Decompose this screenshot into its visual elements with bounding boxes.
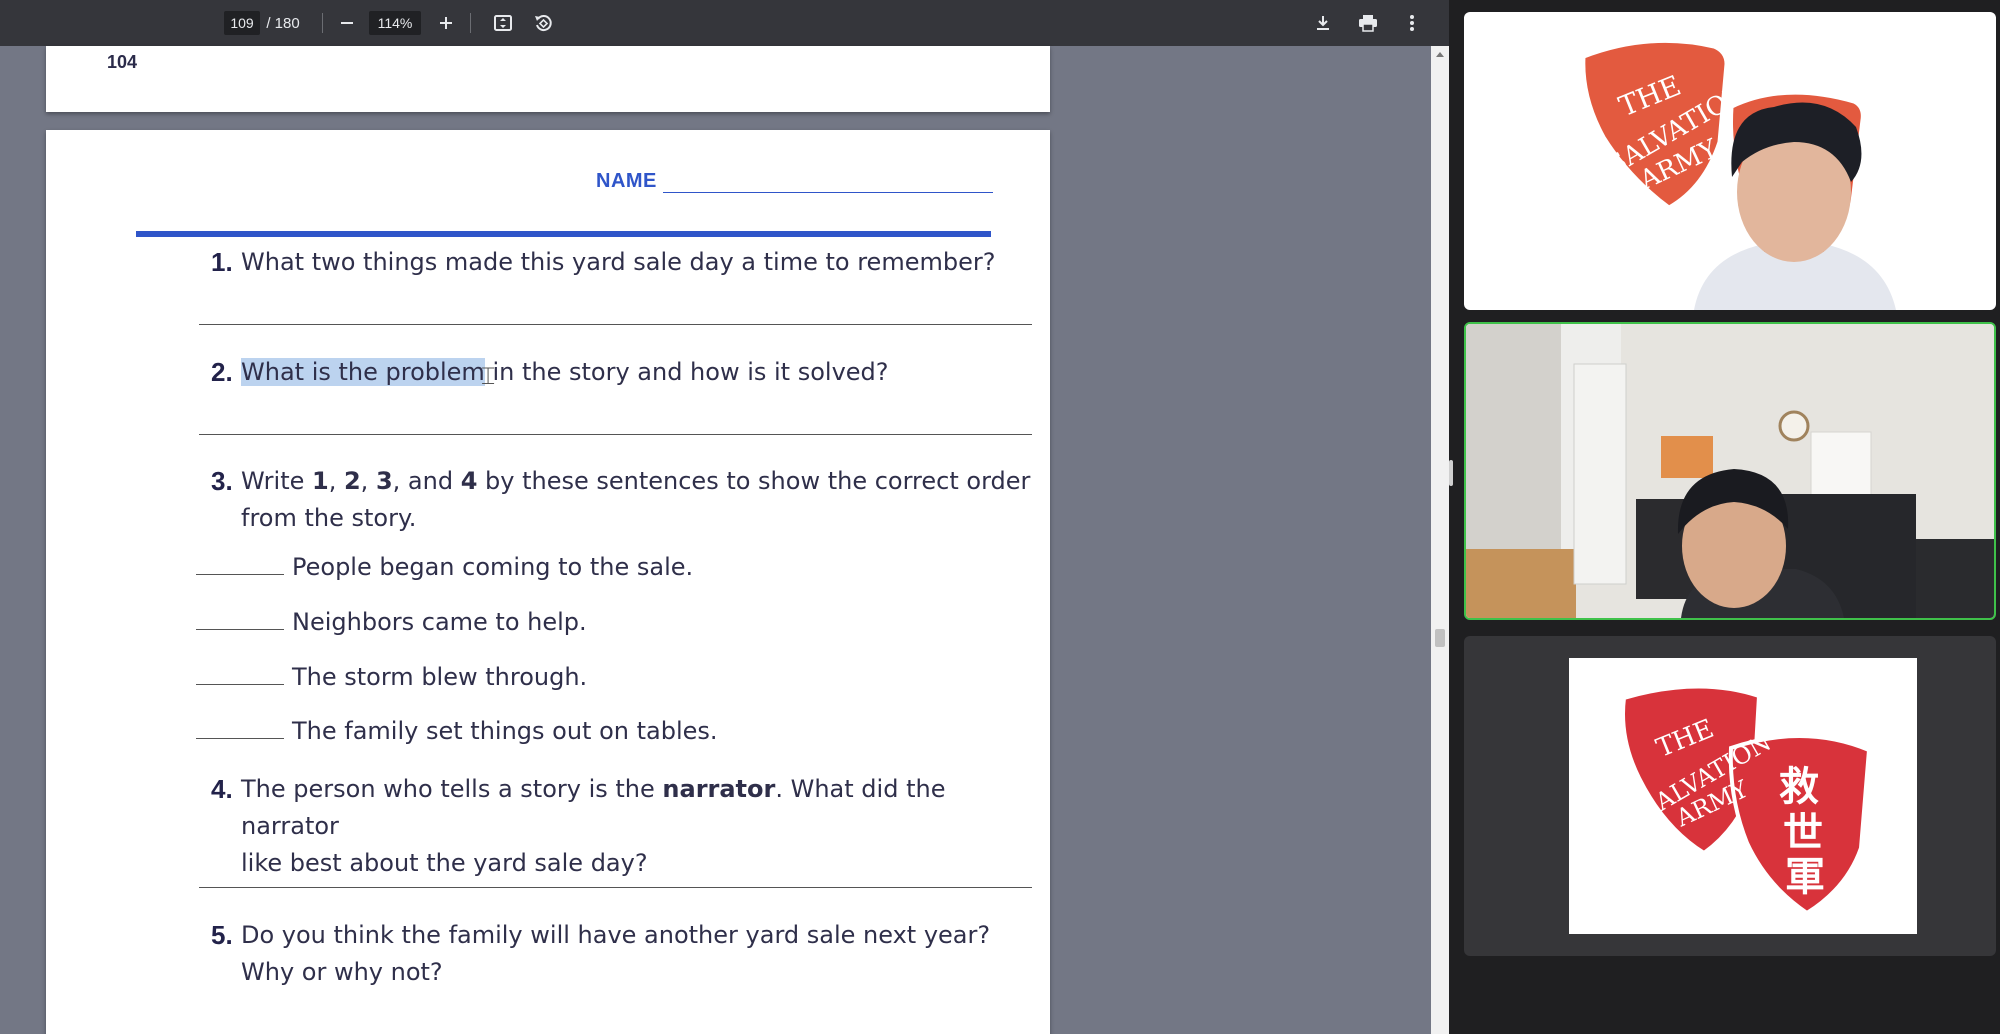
- print-icon: [1359, 15, 1377, 32]
- zoom-level-input[interactable]: 114%: [369, 11, 421, 35]
- answer-line: [199, 324, 1032, 325]
- question-text: by these sentences to show the correct o…: [477, 467, 1031, 495]
- order-blank: [196, 574, 284, 575]
- scrollbar-thumb[interactable]: [1435, 629, 1445, 647]
- video-frame: [1466, 324, 1994, 618]
- question-number: 2.: [211, 357, 233, 387]
- order-number: 3: [375, 467, 393, 495]
- order-item-text: People began coming to the sale.: [292, 553, 694, 581]
- more-vert-icon: [1410, 15, 1414, 31]
- question-text: What two things made this yard sale day …: [241, 248, 996, 276]
- answer-line: [199, 434, 1032, 435]
- question-number: 1.: [211, 247, 233, 277]
- separator: ,: [328, 467, 344, 495]
- video-frame: THE SALVATION ARMY: [1582, 39, 1896, 310]
- order-number: 2: [343, 467, 361, 495]
- order-item-text: The storm blew through.: [292, 663, 588, 691]
- svg-text:救: 救: [1779, 764, 1819, 810]
- separator: ,: [360, 467, 376, 495]
- download-icon: [1317, 16, 1329, 30]
- svg-text:軍: 軍: [1785, 854, 1825, 900]
- highlighted-text[interactable]: What is the problem: [241, 358, 485, 386]
- print-button[interactable]: [1353, 8, 1383, 38]
- question-text: from the story.: [241, 504, 417, 532]
- answer-line: [199, 887, 1032, 888]
- question-text: Why or why not?: [241, 958, 443, 986]
- rotate-icon: [535, 15, 552, 32]
- order-blank: [196, 629, 284, 630]
- scroll-up-arrow-icon[interactable]: [1436, 52, 1444, 57]
- order-item: Neighbors came to help.: [196, 608, 587, 636]
- video-panel: THE SALVATION ARMY THE SALVATION ARMY 救 …: [1449, 0, 2000, 1034]
- fit-to-page-button[interactable]: [488, 8, 518, 38]
- previous-page: 104: [46, 46, 1050, 112]
- plus-icon: [440, 17, 452, 29]
- name-label: NAME: [596, 170, 657, 192]
- question-number: 4.: [211, 774, 233, 804]
- order-item-text: Neighbors came to help.: [292, 608, 587, 636]
- download-button[interactable]: [1308, 8, 1338, 38]
- order-item: The family set things out on tables.: [196, 717, 718, 745]
- question-text: The person who tells a story is the: [241, 775, 663, 803]
- order-blank: [196, 684, 284, 685]
- svg-text:世: 世: [1783, 810, 1823, 856]
- page-total: / 180: [266, 14, 300, 32]
- question-number: 5.: [211, 920, 233, 950]
- order-number: 4: [460, 467, 478, 495]
- minus-icon: [341, 22, 353, 24]
- order-item-text: The family set things out on tables.: [292, 717, 718, 745]
- pdf-toolbar: 109 / 180 114%: [0, 0, 1449, 46]
- page-number: 104: [107, 52, 138, 72]
- question-text: Write: [241, 467, 312, 495]
- vertical-scrollbar[interactable]: [1431, 46, 1449, 1034]
- more-options-button[interactable]: [1397, 8, 1427, 38]
- question-text: like best about the yard sale day?: [241, 849, 648, 877]
- pdf-viewer: 109 / 180 114% 104 NAME 1. What two thin…: [0, 0, 1449, 1034]
- wall-poster: [1661, 436, 1713, 478]
- separator: , and: [392, 467, 461, 495]
- bold-term: narrator: [662, 775, 776, 803]
- header-rule: [136, 231, 991, 237]
- worksheet-page: NAME 1. What two things made this yard s…: [46, 130, 1050, 1034]
- profile-picture: THE SALVATION ARMY 救 世 軍: [1569, 658, 1917, 934]
- name-line: [662, 174, 993, 193]
- name-field: NAME: [596, 170, 993, 193]
- order-item: The storm blew through.: [196, 663, 587, 691]
- participant-avatar-tile[interactable]: THE SALVATION ARMY 救 世 軍: [1464, 636, 1996, 956]
- participant-person: [1694, 102, 1896, 310]
- salvation-army-logo: THE SALVATION ARMY 救 世 軍: [1621, 684, 1872, 916]
- order-blank: [196, 738, 284, 739]
- page-number-input[interactable]: 109: [224, 11, 260, 35]
- active-speaker-video-tile[interactable]: [1464, 322, 1996, 620]
- question-text: in the story and how is it solved?: [492, 358, 889, 386]
- rotate-button[interactable]: [528, 8, 558, 38]
- panel-resize-handle[interactable]: [1449, 460, 1453, 486]
- participant-video-tile[interactable]: THE SALVATION ARMY: [1464, 12, 1996, 310]
- question-number: 3.: [211, 466, 233, 496]
- order-item: People began coming to the sale.: [196, 553, 693, 581]
- order-number: 1: [312, 467, 329, 495]
- question-text: Do you think the family will have anothe…: [241, 921, 991, 949]
- fit-page-icon: [494, 15, 512, 31]
- zoom-in-button[interactable]: [431, 8, 461, 38]
- zoom-out-button[interactable]: [332, 8, 362, 38]
- wall-clock: [1778, 410, 1810, 442]
